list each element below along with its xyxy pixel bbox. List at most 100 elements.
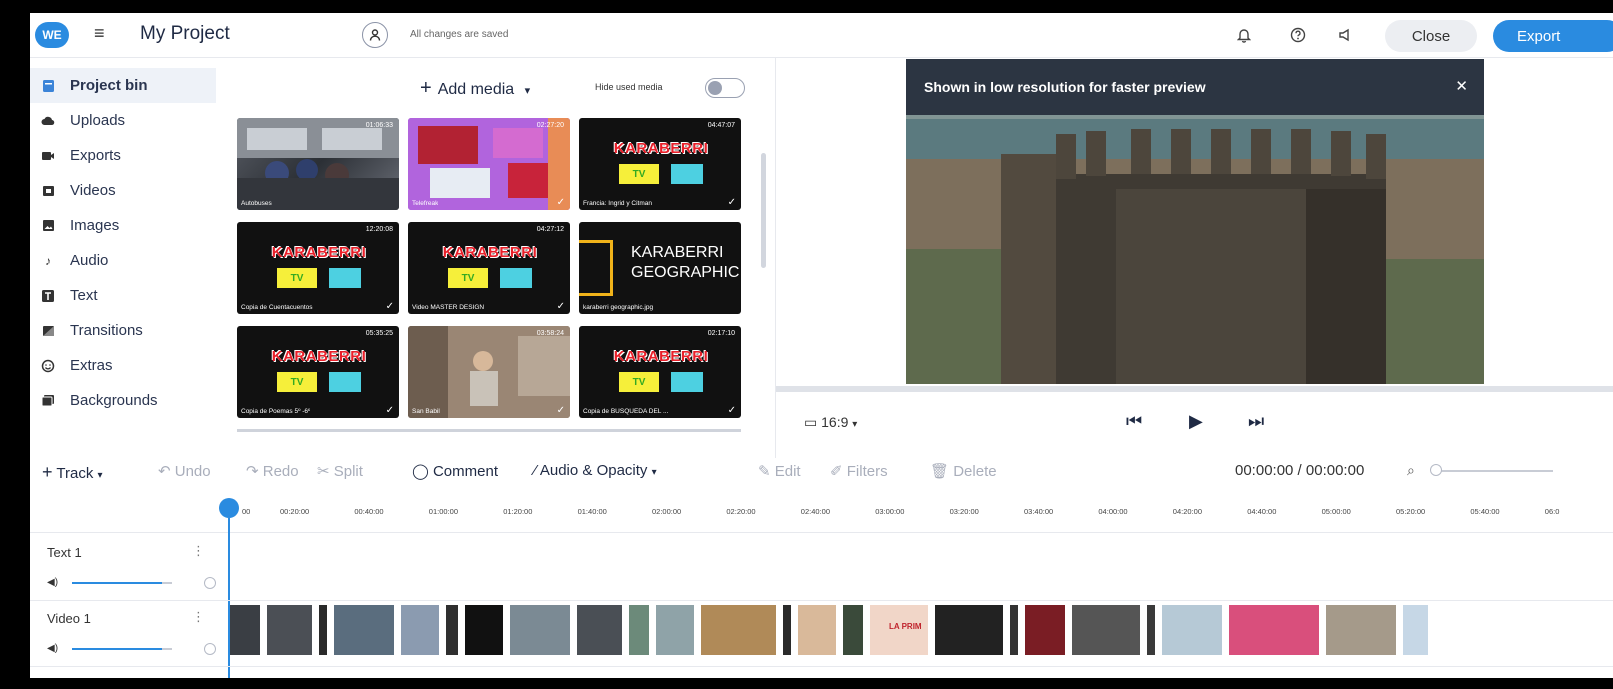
media-item[interactable]: 01:06:33 Autobuses: [237, 118, 399, 210]
media-item[interactable]: KARABERRI TV 04:47:07 Francia: Ingrid y …: [579, 118, 741, 210]
track-name[interactable]: Video 1: [47, 611, 91, 626]
sidebar-item-images[interactable]: Images: [30, 208, 220, 243]
hamburger-menu-icon[interactable]: ≡: [94, 23, 105, 44]
zoom-slider-knob[interactable]: [1430, 464, 1442, 476]
sidebar-item-uploads[interactable]: Uploads: [30, 103, 220, 138]
media-item[interactable]: KARABERRI GEOGRAPHIC karaberri geographi…: [579, 222, 741, 314]
video-clip[interactable]: [230, 605, 260, 655]
video-clip[interactable]: [701, 605, 776, 655]
ruler-tick: 00:40:00: [354, 507, 384, 516]
add-track-button[interactable]: + Track ▾: [42, 462, 103, 483]
video-clip[interactable]: [510, 605, 570, 655]
video-clip[interactable]: [629, 605, 649, 655]
preview-player[interactable]: Shown in low resolution for faster previ…: [906, 59, 1484, 384]
video-clip[interactable]: [843, 605, 863, 655]
panel-divider[interactable]: [775, 58, 776, 458]
skip-back-icon[interactable]: ⏮: [1126, 411, 1142, 432]
zoom-slider[interactable]: [1433, 470, 1553, 472]
audio-opacity-button[interactable]: ⁄ Audio & Opacity ▾: [534, 462, 657, 479]
karaberri-tv-text: TV: [277, 268, 317, 288]
playhead-handle[interactable]: [219, 498, 239, 518]
sidebar-item-exports[interactable]: Exports: [30, 138, 220, 173]
video-clip[interactable]: [319, 605, 327, 655]
video-clip[interactable]: [465, 605, 503, 655]
video-clip[interactable]: [267, 605, 312, 655]
volume-icon[interactable]: ◀): [47, 643, 58, 654]
media-item[interactable]: KARABERRI TV 02:17:10 Copia de BÚSQUEDA …: [579, 326, 741, 418]
media-item[interactable]: KARABERRI TV 12:20:08 Copia de Cuentacue…: [237, 222, 399, 314]
comment-button[interactable]: ◯ Comment: [412, 462, 498, 480]
track-name[interactable]: Text 1: [47, 545, 82, 560]
video-clip[interactable]: [783, 605, 791, 655]
ruler-tick: 06:0: [1544, 507, 1560, 516]
timeline-ruler[interactable]: 00 00:20:00 00:40:00 01:00:00 01:20:00 01:40:…: [30, 493, 1613, 533]
video-clip[interactable]: [1147, 605, 1155, 655]
sidebar-item-label: Extras: [70, 357, 113, 374]
volume-slider[interactable]: [72, 643, 216, 655]
video-clip[interactable]: [1229, 605, 1319, 655]
project-title[interactable]: My Project: [140, 23, 230, 45]
video-clip[interactable]: [1010, 605, 1018, 655]
sidebar-item-audio[interactable]: ♪ Audio: [30, 243, 220, 278]
share-user-icon[interactable]: [362, 22, 388, 48]
video-clip[interactable]: [1403, 605, 1428, 655]
video-clip[interactable]: [798, 605, 836, 655]
hide-used-toggle[interactable]: [705, 78, 745, 98]
media-name: Autobuses: [241, 200, 272, 207]
sidebar-item-project-bin[interactable]: Project bin: [30, 68, 216, 103]
volume-icon[interactable]: ◀): [47, 577, 58, 588]
add-media-button[interactable]: + Add media ▾: [420, 77, 530, 100]
preview-seekbar[interactable]: [776, 386, 1613, 392]
video-clip[interactable]: [1162, 605, 1222, 655]
aspect-ratio-selector[interactable]: ▭ 16:9 ▾: [804, 414, 857, 431]
media-item[interactable]: 03:58:24 San Babil ✓: [408, 326, 570, 418]
feedback-icon[interactable]: [1335, 24, 1357, 46]
karaberri-logo: KARABERRI TV: [436, 244, 544, 296]
video-clip[interactable]: [401, 605, 439, 655]
help-icon[interactable]: [1287, 24, 1309, 46]
media-duration: 02:17:10: [707, 330, 735, 337]
ruler-tick: 02:00:00: [652, 507, 682, 516]
play-icon[interactable]: ▶: [1189, 411, 1203, 432]
media-item[interactable]: KARABERRI TV 05:35:25 Copia de Poemas 5º…: [237, 326, 399, 418]
video-clip[interactable]: [1025, 605, 1065, 655]
redo-button[interactable]: ↷ Redo: [246, 462, 299, 480]
export-button[interactable]: Export: [1493, 20, 1613, 52]
media-duration: 04:47:07: [707, 122, 735, 129]
sidebar-item-videos[interactable]: Videos: [30, 173, 220, 208]
sidebar-item-text[interactable]: Text: [30, 278, 220, 313]
video-clip[interactable]: [656, 605, 694, 655]
close-button[interactable]: Close: [1385, 20, 1477, 52]
edit-button[interactable]: ✎ Edit: [758, 462, 801, 480]
sidebar-item-extras[interactable]: Extras: [30, 348, 220, 383]
video-clip[interactable]: [1326, 605, 1396, 655]
used-check-icon: ✓: [556, 301, 565, 312]
volume-slider[interactable]: [72, 577, 216, 589]
filters-button[interactable]: ✐ Filters: [830, 462, 888, 480]
delete-button[interactable]: 🗑 Delete: [930, 462, 997, 480]
track-menu-icon[interactable]: ⋮: [192, 543, 205, 559]
ruler-tick: 04:20:00: [1172, 507, 1202, 516]
split-button[interactable]: ✂ Split: [317, 462, 363, 480]
ruler-tick: 00:20:00: [280, 507, 310, 516]
undo-button[interactable]: ↶ Undo: [158, 462, 211, 480]
plus-icon: +: [420, 77, 432, 99]
media-item[interactable]: KARABERRI TV 04:27:12 Video MASTER DESIG…: [408, 222, 570, 314]
track-menu-icon[interactable]: ⋮: [192, 609, 205, 625]
close-banner-icon[interactable]: ✕: [1455, 77, 1468, 95]
skip-forward-icon[interactable]: ⏭: [1248, 411, 1264, 432]
ruler-tick: 05:20:00: [1396, 507, 1426, 516]
track-lane-text[interactable]: [210, 535, 1613, 601]
video-clip[interactable]: [577, 605, 622, 655]
geographic-title-line2: GEOGRAPHIC: [631, 264, 740, 281]
media-scrollbar[interactable]: [761, 153, 766, 268]
sidebar-item-backgrounds[interactable]: Backgrounds: [30, 383, 220, 418]
app-logo[interactable]: WE: [35, 22, 69, 48]
video-clip[interactable]: [446, 605, 458, 655]
media-item[interactable]: 02:27:20 Telefreak ✓: [408, 118, 570, 210]
video-clip[interactable]: [334, 605, 394, 655]
sidebar-item-transitions[interactable]: Transitions: [30, 313, 220, 348]
video-clip[interactable]: [935, 605, 1003, 655]
video-clip[interactable]: [1072, 605, 1140, 655]
bell-icon[interactable]: [1233, 24, 1255, 46]
